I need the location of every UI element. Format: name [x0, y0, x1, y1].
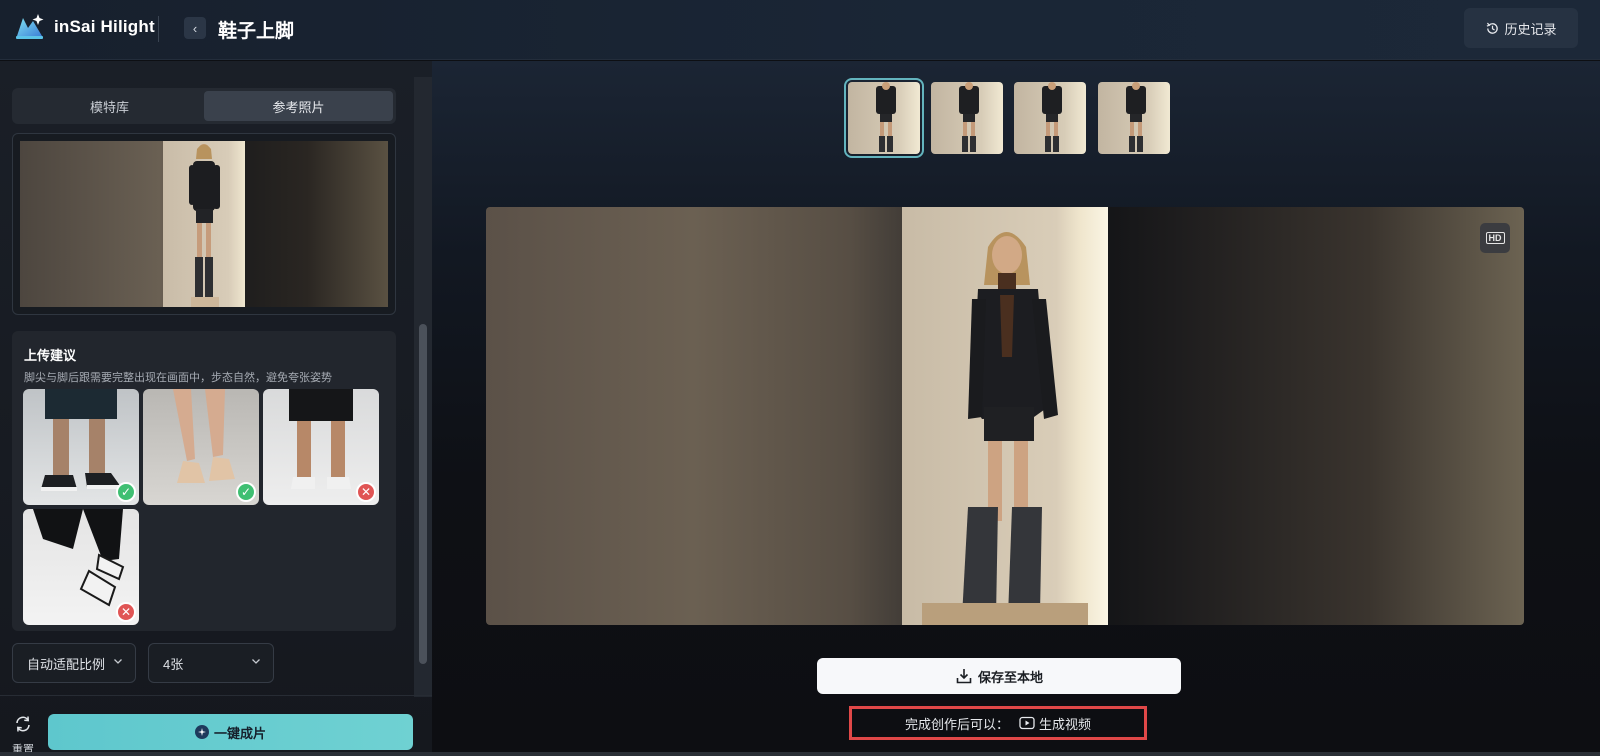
- logo-text: inSai Hilight: [54, 17, 155, 36]
- reference-photo-card[interactable]: [12, 133, 396, 315]
- back-button[interactable]: ‹: [184, 17, 206, 39]
- main-preview-area: HD 保存至本地 完成创作后可以： 生成视频: [432, 61, 1600, 756]
- reset-button[interactable]: 重置: [10, 714, 36, 756]
- download-icon: [956, 669, 972, 684]
- tips-description: 脚尖与脚后跟需要完整出现在画面中，步态自然，避免夸张姿势: [24, 372, 332, 384]
- reference-model-figure: [163, 141, 245, 307]
- result-thumbnail-2[interactable]: [931, 82, 1003, 154]
- tab-model-library[interactable]: 模特库: [15, 91, 204, 121]
- reference-photo: [20, 141, 388, 307]
- generate-button[interactable]: 一键成片: [48, 714, 413, 750]
- save-local-button[interactable]: 保存至本地: [817, 658, 1181, 694]
- check-icon: ✓: [116, 482, 136, 502]
- hd-label: HD: [1485, 232, 1505, 244]
- left-panel: 模特库 参考照片 上传建议 脚尖与脚后跟需要完整出现在画面中，步态自然，避免夸张…: [0, 61, 432, 756]
- result-thumbnails: [432, 61, 1600, 161]
- history-button[interactable]: 历史记录: [1464, 8, 1578, 48]
- app-logo[interactable]: inSai Hilight: [14, 12, 155, 42]
- result-thumbnail-4[interactable]: [1098, 82, 1170, 154]
- generate-video-label: 生成视频: [1039, 716, 1092, 732]
- preview-model-photo: [902, 207, 1108, 625]
- tips-title: 上传建议: [24, 348, 77, 363]
- source-tabs: 模特库 参考照片: [12, 88, 396, 124]
- example-image-bad-2: ✕: [23, 509, 139, 625]
- history-clock-icon: [1487, 22, 1499, 34]
- logo-icon: [16, 14, 44, 39]
- refresh-icon: [16, 716, 30, 732]
- history-label: 历史记录: [1504, 21, 1557, 37]
- left-scrollbar-thumb[interactable]: [419, 324, 427, 664]
- chevron-down-icon: [252, 659, 260, 664]
- after-creation-highlight: 完成创作后可以： 生成视频: [849, 706, 1147, 740]
- example-image-bad-1: ✕: [263, 389, 379, 505]
- after-creation-text: 完成创作后可以：: [904, 716, 1009, 732]
- page-title: 鞋子上脚: [218, 21, 295, 42]
- cross-icon: ✕: [356, 482, 376, 502]
- sparkle-icon: [194, 725, 209, 739]
- header-divider: [158, 16, 159, 42]
- tab-reference-photo[interactable]: 参考照片: [204, 91, 393, 121]
- count-select-value: 4张: [163, 656, 184, 672]
- ratio-select-value: 自动适配比例: [27, 656, 106, 672]
- left-bottom-divider: [0, 695, 432, 696]
- top-header: inSai Hilight ‹ 鞋子上脚 历史记录: [0, 0, 1600, 60]
- result-thumbnail-3[interactable]: [1014, 82, 1086, 154]
- example-image-good-2: ✓: [143, 389, 259, 505]
- count-select[interactable]: 4张: [148, 643, 274, 683]
- hd-toggle[interactable]: HD: [1480, 223, 1510, 253]
- window-bottom-edge: [0, 752, 1600, 756]
- save-label: 保存至本地: [977, 669, 1043, 685]
- chevron-down-icon: [114, 659, 122, 664]
- generate-label: 一键成片: [213, 725, 266, 741]
- video-icon: [1019, 716, 1035, 730]
- upload-tips-card: 上传建议 脚尖与脚后跟需要完整出现在画面中，步态自然，避免夸张姿势 ✓ ✓ ✕ …: [12, 331, 396, 631]
- result-preview[interactable]: HD: [486, 207, 1524, 625]
- cross-icon: ✕: [116, 602, 136, 622]
- result-thumbnail-1[interactable]: [844, 78, 924, 158]
- ratio-select[interactable]: 自动适配比例: [12, 643, 136, 683]
- generate-video-link[interactable]: 生成视频: [1019, 714, 1091, 733]
- chevron-left-icon: ‹: [192, 20, 198, 36]
- check-icon: ✓: [236, 482, 256, 502]
- example-image-good-1: ✓: [23, 389, 139, 505]
